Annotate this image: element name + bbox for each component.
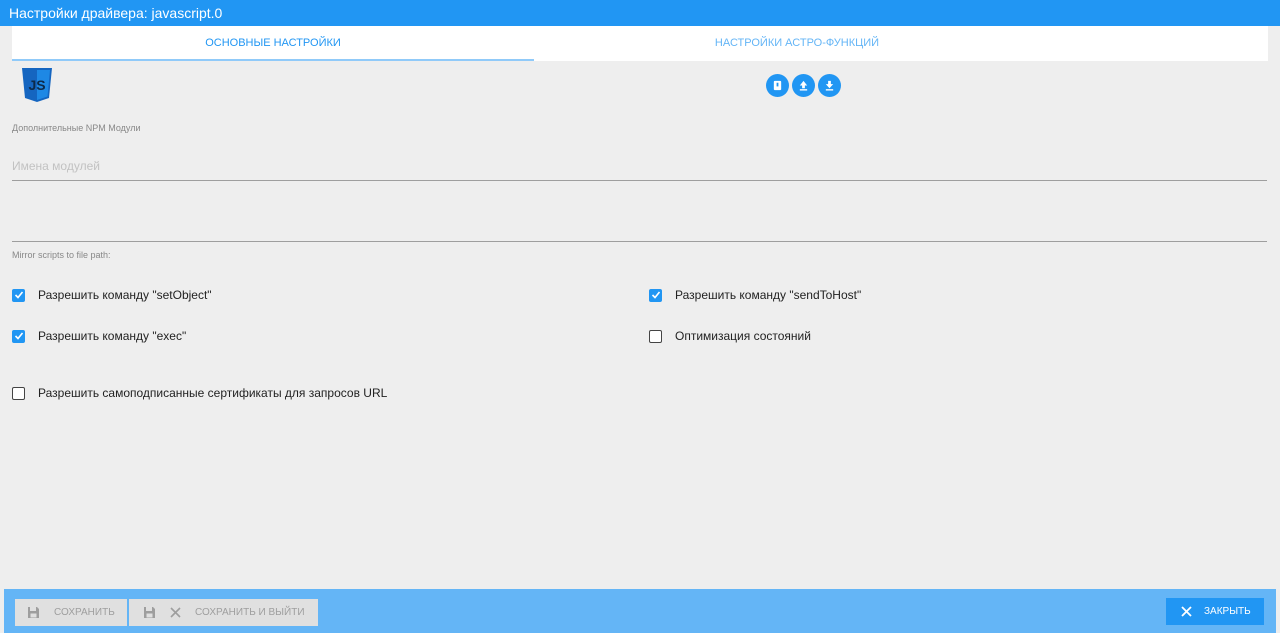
tab-bar: Основные настройки Настройки астро-функц… xyxy=(12,26,1268,61)
checkbox-state-optimization[interactable]: Оптимизация состояний xyxy=(649,329,811,343)
save-icon xyxy=(27,606,40,619)
javascript-logo: JS xyxy=(22,68,52,102)
tab-main-settings[interactable]: Основные настройки xyxy=(12,26,534,61)
save-button-label: Сохранить xyxy=(54,607,115,618)
icon-button-group xyxy=(766,74,841,97)
checkbox-self-signed-certs[interactable]: Разрешить самоподписанные сертификаты дл… xyxy=(12,386,387,400)
checkbox-checked-icon[interactable] xyxy=(12,288,25,302)
npm-modules-label: Дополнительные NPM Модули xyxy=(12,123,141,133)
checkbox-unchecked-icon[interactable] xyxy=(12,386,25,400)
logo-text: JS xyxy=(28,77,45,93)
mirror-path-input[interactable] xyxy=(12,212,1267,242)
checkbox-exec[interactable]: Разрешить команду "exec" xyxy=(12,329,186,343)
save-icon xyxy=(143,606,156,619)
download-icon[interactable] xyxy=(818,74,841,97)
upload-icon[interactable] xyxy=(792,74,815,97)
checkbox-send-to-host[interactable]: Разрешить команду "sendToHost" xyxy=(649,288,861,302)
npm-modules-input[interactable] xyxy=(12,151,1267,181)
footer-bar: Сохранить Сохранить и выйти Закрыть xyxy=(4,589,1276,633)
checkbox-unchecked-icon[interactable] xyxy=(649,329,662,343)
save-button[interactable]: Сохранить xyxy=(15,599,127,626)
book-icon[interactable] xyxy=(766,74,789,97)
close-button-label: Закрыть xyxy=(1204,606,1251,617)
checkbox-label: Разрешить команду "exec" xyxy=(38,329,187,343)
save-and-exit-button[interactable]: Сохранить и выйти xyxy=(129,599,318,626)
save-and-exit-button-label: Сохранить и выйти xyxy=(195,607,305,618)
checkbox-label: Разрешить команду "sendToHost" xyxy=(675,288,862,302)
checkbox-label: Оптимизация состояний xyxy=(675,329,811,343)
window-title: Настройки драйвера: javascript.0 xyxy=(0,0,1280,26)
mirror-path-label: Mirror scripts to file path: xyxy=(12,250,111,260)
checkbox-checked-icon[interactable] xyxy=(12,329,25,343)
tab-astro-settings[interactable]: Настройки астро-функций xyxy=(534,26,1060,61)
checkbox-label: Разрешить команду "setObject" xyxy=(38,288,212,302)
close-button[interactable]: Закрыть xyxy=(1166,598,1264,625)
checkbox-checked-icon[interactable] xyxy=(649,288,662,302)
checkbox-label: Разрешить самоподписанные сертификаты дл… xyxy=(38,386,388,400)
close-icon xyxy=(1181,606,1192,617)
close-icon xyxy=(170,607,181,618)
checkbox-set-object[interactable]: Разрешить команду "setObject" xyxy=(12,288,212,302)
